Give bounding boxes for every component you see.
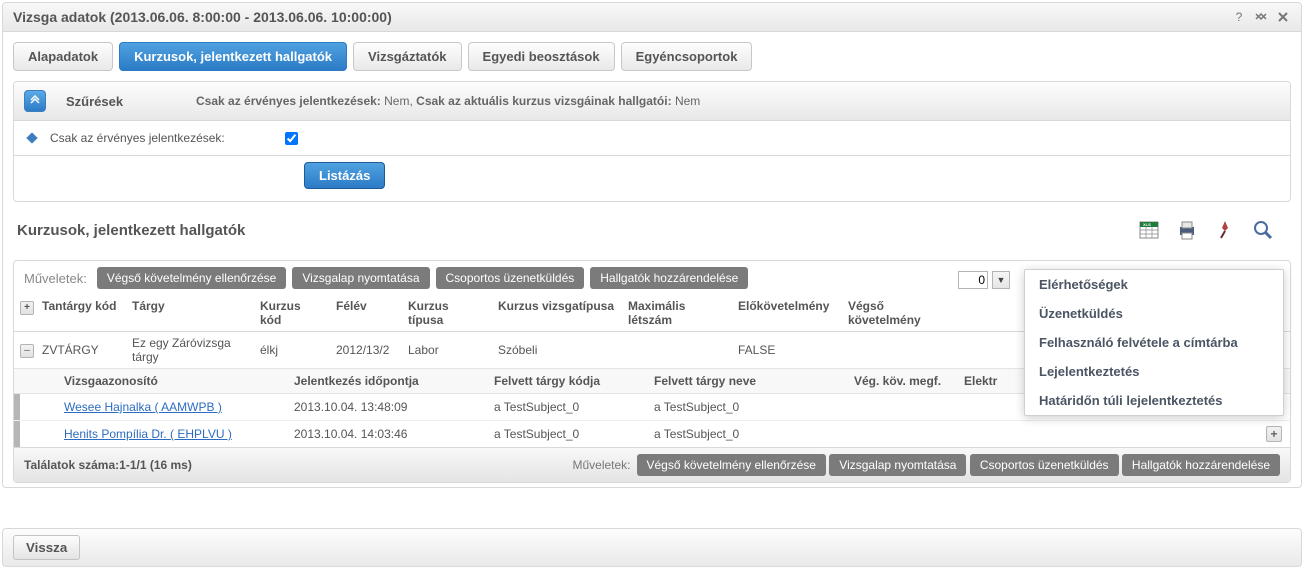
export-xls-icon[interactable]: XLS <box>1135 216 1163 244</box>
col-finalreq: Végső követelmény <box>842 295 962 332</box>
context-menu: Elérhetőségek Üzenetküldés Felhasználó f… <box>1024 269 1284 416</box>
op-assign-students[interactable]: Hallgatók hozzárendelése <box>590 267 748 289</box>
student-link[interactable]: Wesee Hajnalka ( AAMWPB ) <box>64 400 222 414</box>
collapse-filter-icon[interactable] <box>24 90 46 112</box>
window-title: Vizsga adatok (2013.06.06. 8:00:00 - 201… <box>13 9 1225 25</box>
tab-vizsgaztatok[interactable]: Vizsgáztatók <box>353 42 462 71</box>
op-print-exam-bottom[interactable]: Vizsgalap nyomtatása <box>829 454 966 476</box>
col-subject-code: Tantárgy kód <box>36 295 126 332</box>
op-group-message[interactable]: Csoportos üzenetküldés <box>436 267 585 289</box>
section-title: Kurzusok, jelentkezett hallgatók <box>17 222 245 239</box>
cell-prereq: FALSE <box>732 332 842 369</box>
cell-name: a TestSubject_0 <box>648 394 848 421</box>
col-course-type: Kurzus típusa <box>402 295 492 332</box>
col-course-code: Kurzus kód <box>254 295 330 332</box>
cell-code: a TestSubject_0 <box>488 421 648 448</box>
cell-code: a TestSubject_0 <box>488 394 648 421</box>
cell-subject-code: ZVTÁRGY <box>36 332 126 369</box>
cell-maxnum <box>622 332 732 369</box>
student-link[interactable]: Henits Pompília Dr. ( EHPLVU ) <box>64 427 232 441</box>
menu-contacts[interactable]: Elérhetőségek <box>1025 270 1283 299</box>
filter-heading: Szűrések <box>66 94 176 109</box>
print-icon[interactable] <box>1173 216 1201 244</box>
subcol-time: Jelentkezés időpontja <box>288 369 488 394</box>
col-maxnum: Maximális létszám <box>622 295 732 332</box>
expand-all-icon[interactable]: + <box>20 301 34 315</box>
subcol-name: Felvett tárgy neve <box>648 369 848 394</box>
tab-alapadatok[interactable]: Alapadatok <box>13 42 113 71</box>
tab-kurzusok[interactable]: Kurzusok, jelentkezett hallgatók <box>119 42 347 71</box>
diamond-icon <box>26 132 37 143</box>
page-input[interactable] <box>958 271 988 289</box>
list-button[interactable]: Listázás <box>304 162 385 189</box>
cell-course-type: Labor <box>402 332 492 369</box>
subcol-id: Vizsgaazonosító <box>58 369 288 394</box>
filter-summary: Csak az érvényes jelentkezések: Nem, Csa… <box>196 94 700 108</box>
cell-time: 2013.10.04. 13:48:09 <box>288 394 488 421</box>
back-button[interactable]: Vissza <box>13 535 80 560</box>
cell-finalreq <box>842 332 962 369</box>
svg-text:XLS: XLS <box>1143 222 1151 227</box>
cell-subject: Ez egy Záróvizsga tárgy <box>126 332 254 369</box>
op-assign-students-bottom[interactable]: Hallgatók hozzárendelése <box>1122 454 1280 476</box>
col-exam-type: Kurzus vizsgatípusa <box>492 295 622 332</box>
cell-course-code: élkj <box>254 332 330 369</box>
help-icon[interactable]: ? <box>1231 9 1247 25</box>
cell-name: a TestSubject_0 <box>648 421 848 448</box>
menu-late-unregister[interactable]: Határidőn túli lejelentkeztetés <box>1025 386 1283 415</box>
subcol-code: Felvett tárgy kódja <box>488 369 648 394</box>
col-prereq: Előkövetelmény <box>732 295 842 332</box>
tab-egyedi[interactable]: Egyedi beosztások <box>468 42 615 71</box>
menu-add-to-dir[interactable]: Felhasználó felvétele a címtárba <box>1025 328 1283 357</box>
close-icon[interactable] <box>1275 9 1291 25</box>
ops-label-bottom: Műveletek: <box>572 458 630 472</box>
menu-message[interactable]: Üzenetküldés <box>1025 299 1283 328</box>
valid-only-checkbox[interactable] <box>285 132 298 145</box>
cell-time: 2013.10.04. 14:03:46 <box>288 421 488 448</box>
pin-icon[interactable] <box>1211 216 1239 244</box>
cell-exam-type: Szóbeli <box>492 332 622 369</box>
restore-icon[interactable] <box>1253 9 1269 25</box>
filter-checkbox-label: Csak az érvényes jelentkezések: <box>50 131 225 145</box>
ops-label: Műveletek: <box>24 271 87 286</box>
menu-unregister[interactable]: Lejelentkeztetés <box>1025 357 1283 386</box>
tab-egyencsoportok[interactable]: Egyéncsoportok <box>621 42 753 71</box>
page-dropdown-icon[interactable]: ▼ <box>992 271 1010 289</box>
search-icon[interactable] <box>1249 216 1277 244</box>
subcol-final: Vég. köv. megf. <box>848 369 958 394</box>
col-term: Félév <box>330 295 402 332</box>
col-subject: Tárgy <box>126 295 254 332</box>
result-count: Találatok száma:1-1/1 (16 ms) <box>24 458 572 472</box>
collapse-row-icon[interactable]: – <box>20 344 34 358</box>
cell-term: 2012/13/2 <box>330 332 402 369</box>
row-action-icon[interactable]: + <box>1266 426 1282 442</box>
op-final-req[interactable]: Végső követelmény ellenőrzése <box>97 267 286 289</box>
op-final-req-bottom[interactable]: Végső követelmény ellenőrzése <box>637 454 826 476</box>
op-group-message-bottom[interactable]: Csoportos üzenetküldés <box>970 454 1119 476</box>
op-print-exam[interactable]: Vizsgalap nyomtatása <box>292 267 429 289</box>
